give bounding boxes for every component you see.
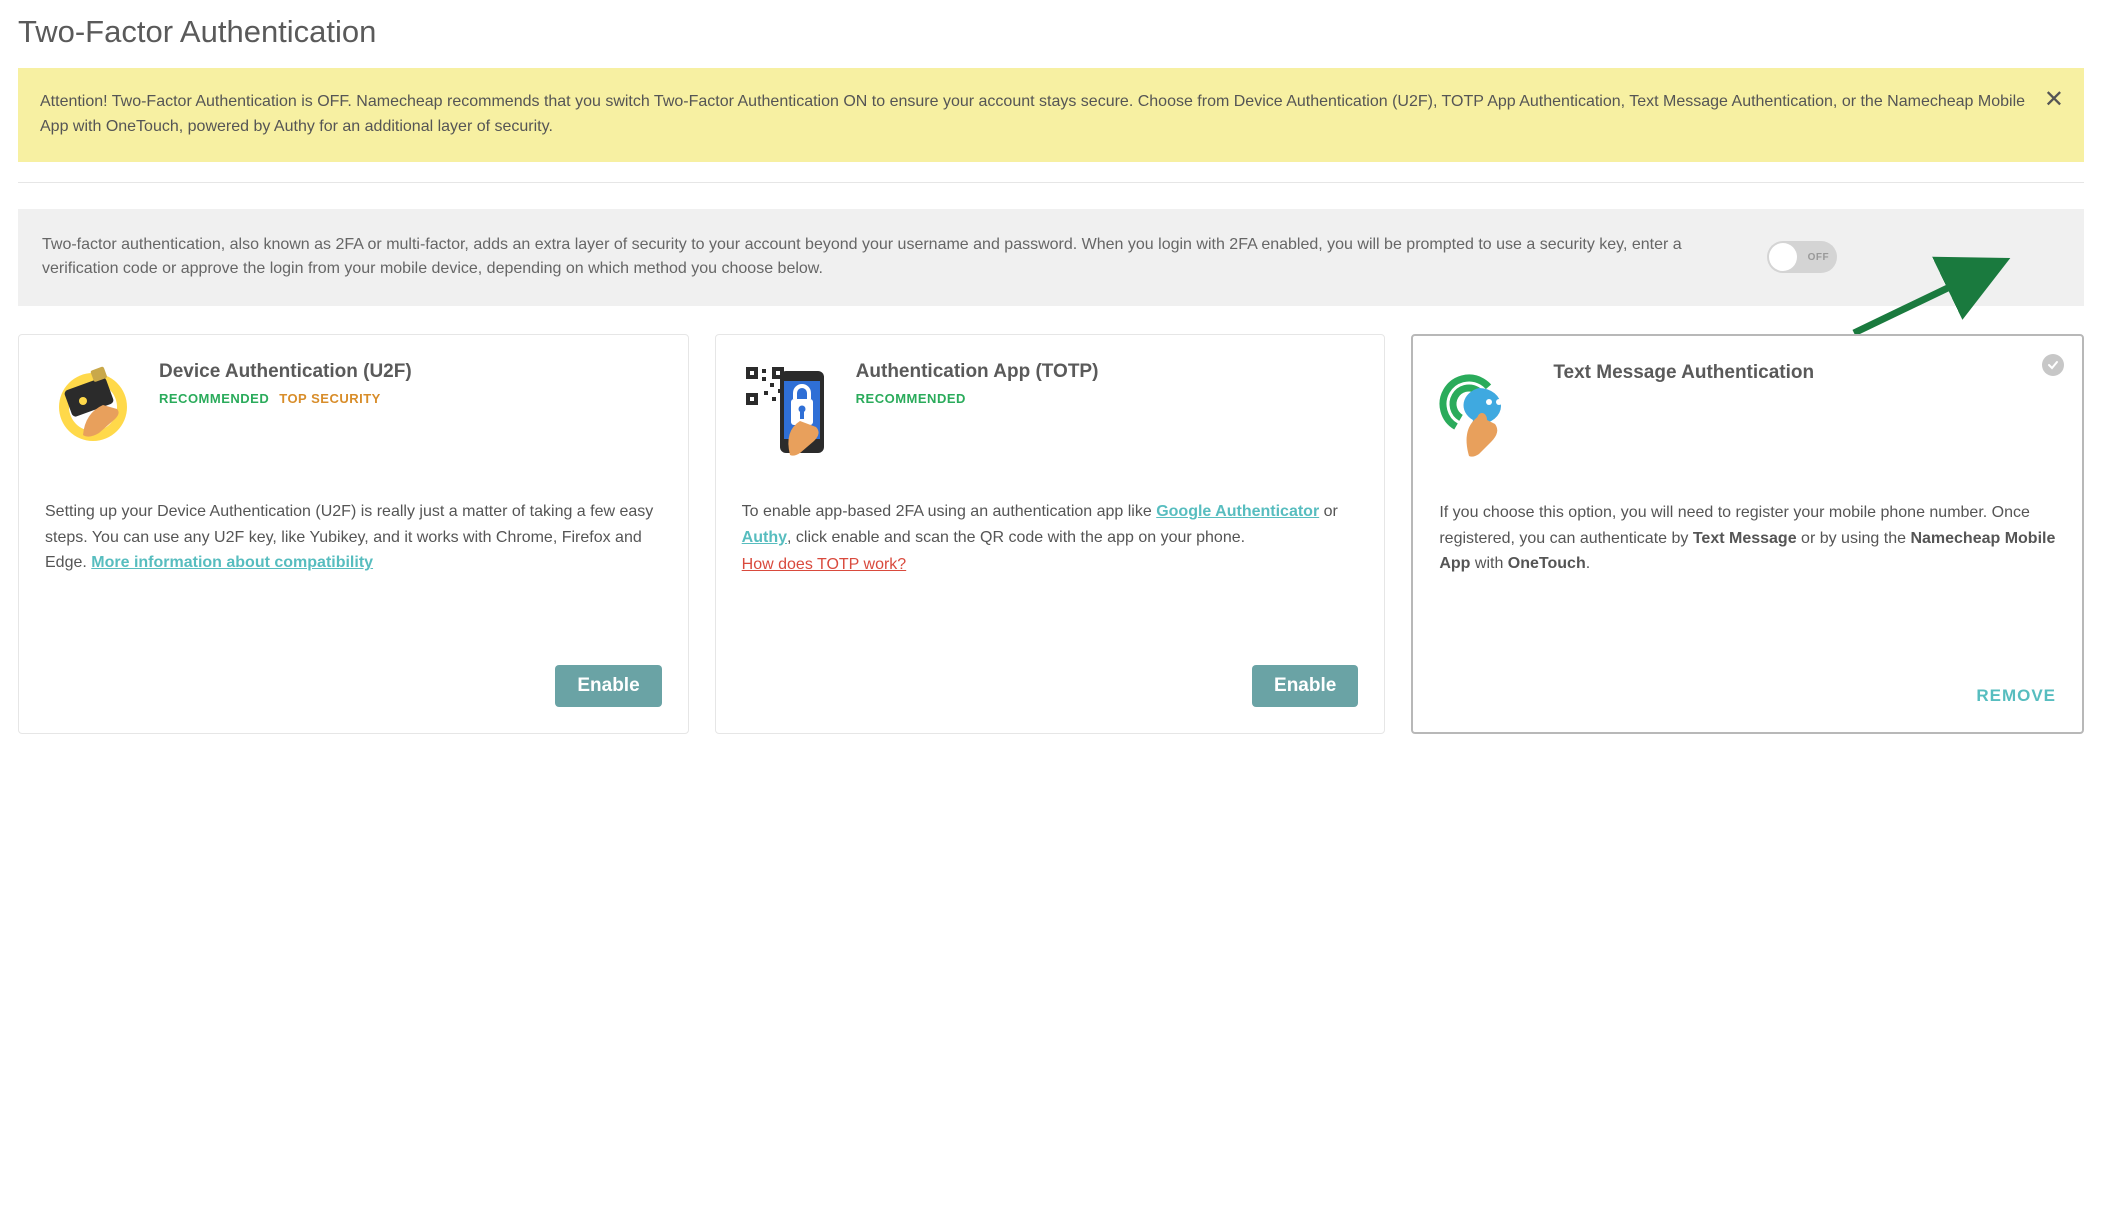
card-body: Setting up your Device Authentication (U…: [45, 499, 662, 649]
card-title: Authentication App (TOTP): [856, 361, 1099, 383]
card-totp: Authentication App (TOTP) RECOMMENDED To…: [715, 334, 1386, 734]
compatibility-link[interactable]: More information about compatibility: [91, 554, 373, 571]
sms-icon: [1439, 362, 1531, 462]
card-body: If you choose this option, you will need…: [1439, 500, 2056, 670]
badges: RECOMMENDED: [856, 391, 1099, 406]
2fa-toggle[interactable]: OFF: [1767, 241, 1837, 273]
enable-totp-button[interactable]: Enable: [1252, 665, 1358, 707]
cards-row: Device Authentication (U2F) RECOMMENDED …: [18, 334, 2084, 734]
totp-body-pre: To enable app-based 2FA using an authent…: [742, 503, 1157, 520]
toggle-wrap: OFF: [1767, 241, 1837, 273]
totp-body-mid: or: [1319, 503, 1338, 520]
google-authenticator-link[interactable]: Google Authenticator: [1156, 503, 1319, 520]
recommended-badge: RECOMMENDED: [159, 391, 269, 406]
enable-u2f-button[interactable]: Enable: [555, 665, 661, 707]
card-title: Text Message Authentication: [1553, 362, 1814, 384]
recommended-badge: RECOMMENDED: [856, 391, 966, 406]
toggle-knob: [1769, 243, 1797, 271]
info-panel: Two-factor authentication, also known as…: [18, 209, 2084, 307]
sms-bold-onetouch: OneTouch: [1508, 555, 1586, 572]
card-head: Device Authentication (U2F) RECOMMENDED …: [45, 361, 662, 461]
card-actions: REMOVE: [1439, 686, 2056, 706]
card-head: Text Message Authentication: [1439, 362, 2056, 462]
page-title: Two-Factor Authentication: [18, 14, 2084, 50]
card-body: To enable app-based 2FA using an authent…: [742, 499, 1359, 649]
u2f-icon: [45, 361, 137, 453]
totp-icon: [742, 361, 834, 461]
remove-sms-button[interactable]: REMOVE: [1976, 686, 2056, 706]
top-security-badge: TOP SECURITY: [279, 391, 381, 406]
toggle-state: OFF: [1808, 252, 1830, 263]
card-sms: Text Message Authentication If you choos…: [1411, 334, 2084, 734]
badges: RECOMMENDED TOP SECURITY: [159, 391, 412, 406]
card-actions: Enable: [45, 665, 662, 707]
totp-body-post: , click enable and scan the QR code with…: [787, 529, 1245, 546]
sms-body-end: .: [1586, 555, 1590, 572]
security-alert: Attention! Two-Factor Authentication is …: [18, 68, 2084, 162]
sms-bold-text-message: Text Message: [1693, 530, 1797, 547]
arrow-icon: [1844, 253, 2024, 343]
close-icon[interactable]: ✕: [2044, 88, 2064, 112]
sms-body-mid1: or by using the: [1797, 530, 1911, 547]
sms-body-mid2: with: [1470, 555, 1507, 572]
card-actions: Enable: [742, 665, 1359, 707]
card-title: Device Authentication (U2F): [159, 361, 412, 383]
card-u2f: Device Authentication (U2F) RECOMMENDED …: [18, 334, 689, 734]
alert-text: Attention! Two-Factor Authentication is …: [40, 93, 2025, 135]
divider: [18, 182, 2084, 183]
selected-check-icon: [2042, 354, 2064, 376]
info-text: Two-factor authentication, also known as…: [42, 233, 1737, 283]
authy-link[interactable]: Authy: [742, 529, 787, 546]
card-head: Authentication App (TOTP) RECOMMENDED: [742, 361, 1359, 461]
how-totp-link[interactable]: How does TOTP work?: [742, 552, 907, 578]
